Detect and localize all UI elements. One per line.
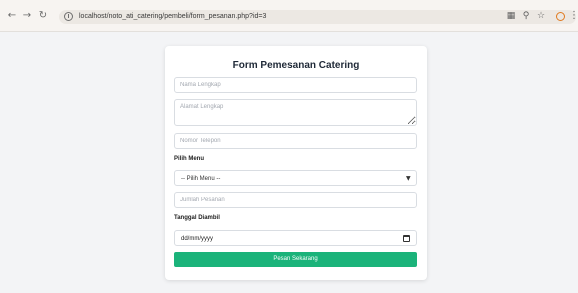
zoom-icon[interactable]: ⚲ — [520, 10, 532, 22]
address-textarea[interactable] — [174, 99, 417, 126]
profile-icon[interactable] — [556, 12, 565, 21]
date-value: dd/mm/yyyy — [181, 236, 214, 242]
bookmark-star-icon[interactable]: ☆ — [535, 10, 547, 22]
menu-icon[interactable]: ⋮ — [569, 10, 578, 22]
chevron-down-icon: ▼ — [406, 175, 411, 182]
translate-icon[interactable]: ▦ — [505, 10, 517, 22]
date-label: Tanggal Diambil — [174, 215, 220, 221]
url-text[interactable]: localhost/noto_ati_catering/pembeli/form… — [79, 11, 266, 23]
order-form-card: Form Pemesanan Catering Pilih Menu -- Pi… — [165, 46, 427, 280]
phone-input[interactable] — [174, 133, 417, 149]
menu-select[interactable]: -- Pilih Menu -- ▼ — [174, 170, 417, 186]
pickup-date-input[interactable]: dd/mm/yyyy — [174, 230, 417, 246]
submit-order-button[interactable]: Pesan Sekarang — [174, 252, 417, 267]
quantity-input[interactable] — [174, 192, 417, 208]
calendar-icon[interactable] — [403, 235, 410, 242]
form-title: Form Pemesanan Catering — [232, 60, 360, 71]
full-name-input[interactable] — [174, 77, 417, 93]
menu-select-value: -- Pilih Menu -- — [181, 176, 221, 182]
menu-label: Pilih Menu — [174, 156, 204, 162]
site-info-icon[interactable] — [64, 12, 73, 21]
forward-icon[interactable]: → — [21, 10, 33, 22]
reload-icon[interactable]: ↻ — [37, 10, 49, 22]
back-icon[interactable]: ← — [6, 10, 18, 22]
browser-toolbar: ← → ↻ localhost/noto_ati_catering/pembel… — [0, 0, 578, 32]
